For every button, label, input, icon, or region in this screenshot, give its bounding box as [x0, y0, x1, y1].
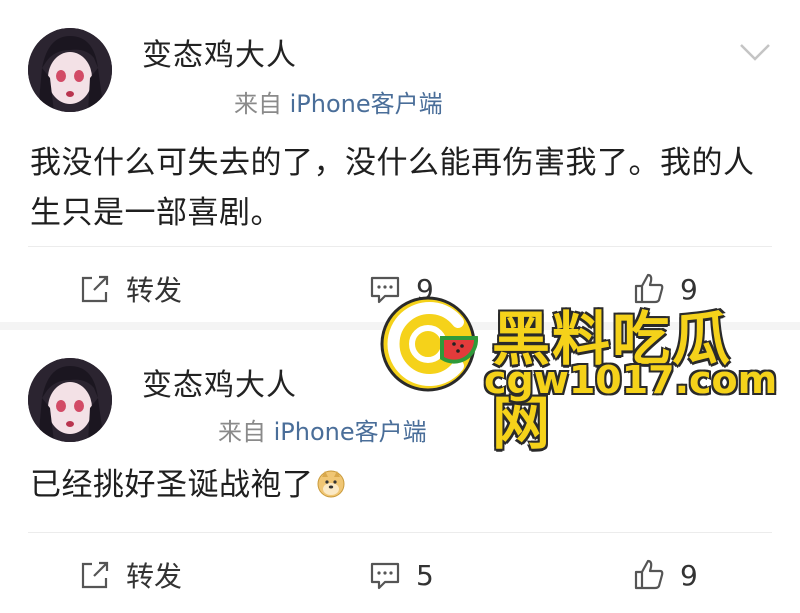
post-text: 已经挑好圣诞战袍了	[30, 460, 770, 510]
post-text: 我没什么可失去的了，没什么能再伤害我了。我的人生只是一部喜剧。	[30, 145, 755, 231]
post-card: 变态鸡大人 来自 iPhone客户端 我没什么可失去的了，没什么能再伤害我了。我…	[0, 0, 800, 322]
chevron-down-icon[interactable]	[738, 40, 772, 64]
like-count: 9	[680, 558, 698, 592]
watermark: 黑料吃瓜网 cgw1017.com	[378, 292, 778, 457]
avatar-image	[28, 28, 112, 112]
comment-count: 5	[416, 558, 434, 592]
comment-icon	[370, 562, 400, 590]
source-device-link[interactable]: iPhone客户端	[274, 418, 427, 446]
repost-icon	[81, 561, 109, 589]
username[interactable]: 变态鸡大人	[142, 30, 297, 74]
avatar[interactable]	[28, 358, 112, 442]
divider	[28, 246, 772, 247]
watermark-logo-icon	[380, 296, 479, 392]
repost-button[interactable]: 转发	[78, 264, 182, 314]
source-prefix: 来自	[234, 90, 290, 118]
action-bar: 转发 5 9	[0, 550, 800, 600]
repost-label: 转发	[126, 274, 183, 307]
post-source: 来自 iPhone客户端	[218, 412, 427, 447]
watermark-url: cgw1017.com	[484, 358, 778, 402]
divider	[28, 532, 772, 533]
source-device-link[interactable]: iPhone客户端	[290, 90, 443, 118]
comment-button[interactable]: 5	[368, 550, 434, 600]
source-prefix: 来自	[218, 418, 274, 446]
repost-button[interactable]: 转发	[78, 550, 182, 600]
username[interactable]: 变态鸡大人	[142, 360, 297, 404]
repost-label: 转发	[126, 560, 183, 593]
repost-icon	[81, 275, 109, 303]
like-icon	[634, 559, 664, 590]
like-button[interactable]: 9	[632, 550, 698, 600]
avatar[interactable]	[28, 28, 112, 112]
avatar-image	[28, 358, 112, 442]
post-source: 来自 iPhone客户端	[234, 84, 443, 119]
doge-emoji-icon	[317, 470, 344, 498]
weibo-feed: 变态鸡大人 来自 iPhone客户端 我没什么可失去的了，没什么能再伤害我了。我…	[0, 0, 800, 613]
post-text-body: 已经挑好圣诞战袍了	[30, 467, 314, 503]
